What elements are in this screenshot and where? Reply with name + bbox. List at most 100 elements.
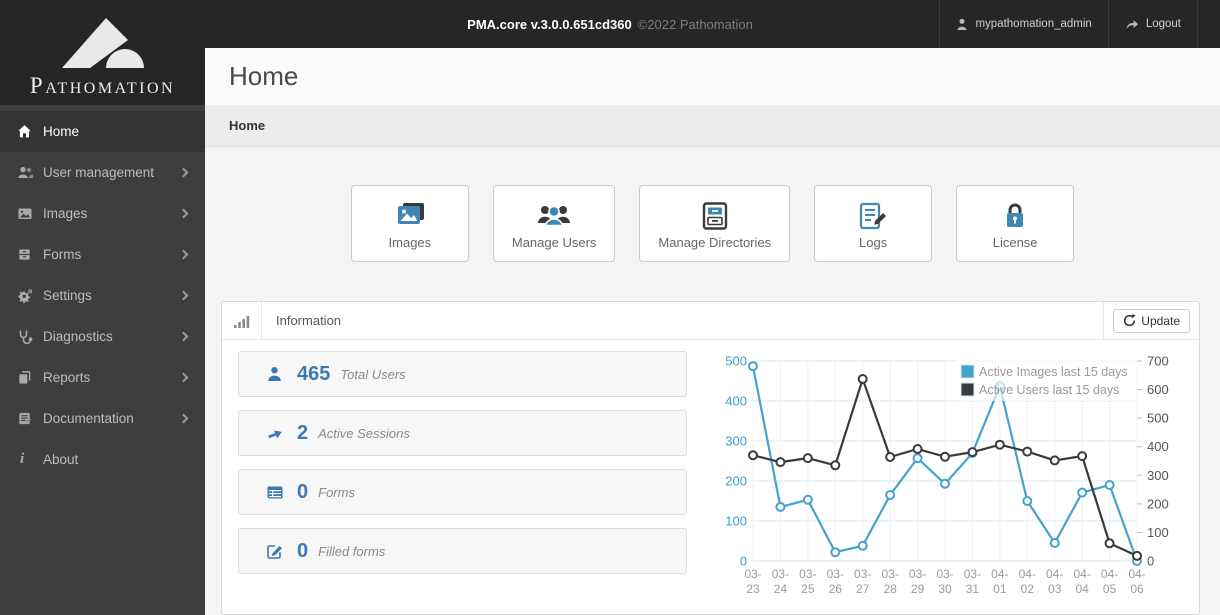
images-card[interactable]: Images xyxy=(350,185,469,262)
svg-text:03-: 03- xyxy=(744,567,761,581)
license-card[interactable]: License xyxy=(956,185,1075,262)
information-chart: 0100200300400500010020030040050060070003… xyxy=(725,354,1169,597)
svg-text:500: 500 xyxy=(1147,411,1169,426)
svg-text:26: 26 xyxy=(829,582,843,596)
breadcrumb-item-home[interactable]: Home xyxy=(229,118,265,133)
stat-value: 465 xyxy=(297,362,331,385)
svg-text:03-: 03- xyxy=(909,567,926,581)
brand-name: Pathomation xyxy=(29,72,176,98)
sidebar-item-label: Settings xyxy=(43,288,92,303)
update-button[interactable]: Update xyxy=(1113,308,1190,333)
stat-label: Active Sessions xyxy=(318,425,410,441)
pathomation-logo-icon xyxy=(61,17,144,68)
info-icon: i xyxy=(20,451,25,467)
svg-text:100: 100 xyxy=(1147,525,1169,540)
panel-title: Information xyxy=(276,313,342,328)
svg-text:300: 300 xyxy=(725,434,747,449)
copy-icon xyxy=(17,370,43,385)
stethoscope-icon xyxy=(17,329,43,344)
logout-label: Logout xyxy=(1145,18,1181,30)
chevron-right-icon xyxy=(178,290,189,301)
update-label: Update xyxy=(1141,313,1180,328)
brand-logo[interactable]: Pathomation xyxy=(0,0,205,105)
sidebar-item-label: Forms xyxy=(43,247,82,262)
information-panel-header: Information Update xyxy=(222,302,1199,340)
logs-card[interactable]: Logs xyxy=(814,185,933,262)
svg-text:0: 0 xyxy=(1147,554,1154,569)
svg-text:700: 700 xyxy=(1147,354,1169,369)
stats-list: 465 Total Users 2 Active Sessions 0 Form… xyxy=(238,351,687,606)
card-label: Images xyxy=(388,234,432,250)
user-icon xyxy=(957,18,968,30)
app-copyright: ©2022 Pathomation xyxy=(637,16,753,32)
svg-text:400: 400 xyxy=(725,394,747,409)
svg-text:01: 01 xyxy=(993,582,1007,596)
chart-container: 0 100 200 300 400 500 0 100 200 300 400 500 600 700 03… xyxy=(713,351,1183,606)
svg-text:30: 30 xyxy=(938,582,952,596)
sidebar-item-diagnostics[interactable]: Diagnostics xyxy=(0,316,205,357)
pencil-square-icon xyxy=(267,544,285,559)
svg-text:400: 400 xyxy=(1147,439,1169,454)
chevron-right-icon xyxy=(178,372,189,383)
sidebar-item-user-management[interactable]: User management xyxy=(0,152,205,193)
sidebar-item-about[interactable]: i About xyxy=(0,439,205,480)
svg-text:04-: 04- xyxy=(1101,567,1118,581)
manage-directories-icon xyxy=(702,198,728,235)
svg-text:31: 31 xyxy=(966,582,980,596)
sidebar-menu: Home User management Images Forms Settin… xyxy=(0,105,205,480)
users-icon xyxy=(17,165,43,180)
sidebar: Pathomation Home User management Images xyxy=(0,0,205,615)
sidebar-item-images[interactable]: Images xyxy=(0,193,205,234)
stat-forms: 0 Forms xyxy=(238,469,687,515)
card-label: Manage Users xyxy=(511,234,597,250)
svg-text:04-: 04- xyxy=(1046,567,1063,581)
svg-text:03-: 03- xyxy=(799,567,816,581)
svg-text:25: 25 xyxy=(801,582,815,596)
svg-text:04-: 04- xyxy=(1019,567,1036,581)
sidebar-item-label: User management xyxy=(43,165,155,180)
arrow-right-icon xyxy=(267,426,285,440)
refresh-icon xyxy=(1124,314,1136,327)
information-panel-body: 465 Total Users 2 Active Sessions 0 Form… xyxy=(222,340,1199,614)
svg-text:03-: 03- xyxy=(854,567,871,581)
sidebar-item-label: About xyxy=(43,452,79,467)
shortcut-cards: Images Manage Users Manage Directories L… xyxy=(205,185,1220,262)
current-user[interactable]: mypathomation_admin xyxy=(939,0,1107,48)
images-icon xyxy=(394,198,426,235)
svg-text:300: 300 xyxy=(1147,468,1169,483)
sidebar-item-label: Documentation xyxy=(43,411,134,426)
sidebar-item-reports[interactable]: Reports xyxy=(0,357,205,398)
svg-text:05: 05 xyxy=(1103,582,1117,596)
sidebar-item-home[interactable]: Home xyxy=(0,111,205,152)
svg-text:500: 500 xyxy=(725,354,747,369)
svg-text:600: 600 xyxy=(1147,382,1169,397)
page-header: Home xyxy=(205,48,1220,105)
logout-button[interactable]: Logout xyxy=(1107,0,1198,48)
sidebar-item-settings[interactable]: Settings xyxy=(0,275,205,316)
stat-value: 0 xyxy=(297,539,309,562)
stat-label: Forms xyxy=(318,484,355,500)
manage-users-card[interactable]: Manage Users xyxy=(492,185,616,262)
chevron-right-icon xyxy=(178,249,189,260)
table-icon xyxy=(267,486,285,499)
svg-text:04: 04 xyxy=(1075,582,1089,596)
document-icon xyxy=(17,411,43,426)
main-content: Home Home Images Manage Users Manage Dir… xyxy=(197,48,1220,615)
sidebar-item-documentation[interactable]: Documentation xyxy=(0,398,205,439)
svg-text:02: 02 xyxy=(1021,582,1035,596)
sidebar-item-label: Diagnostics xyxy=(43,329,113,344)
svg-text:200: 200 xyxy=(1147,496,1169,511)
archive-icon xyxy=(17,247,43,262)
svg-text:28: 28 xyxy=(883,582,897,596)
breadcrumb: Home xyxy=(197,105,1220,147)
manage-directories-card[interactable]: Manage Directories xyxy=(639,185,791,262)
svg-text:04-: 04- xyxy=(1128,567,1145,581)
chevron-right-icon xyxy=(178,413,189,424)
gears-icon xyxy=(17,288,43,304)
svg-text:03-: 03- xyxy=(827,567,844,581)
sidebar-item-forms[interactable]: Forms xyxy=(0,234,205,275)
chevron-right-icon xyxy=(178,167,189,178)
svg-text:03-: 03- xyxy=(772,567,789,581)
stat-value: 2 xyxy=(297,421,309,444)
chevron-right-icon xyxy=(178,208,189,219)
